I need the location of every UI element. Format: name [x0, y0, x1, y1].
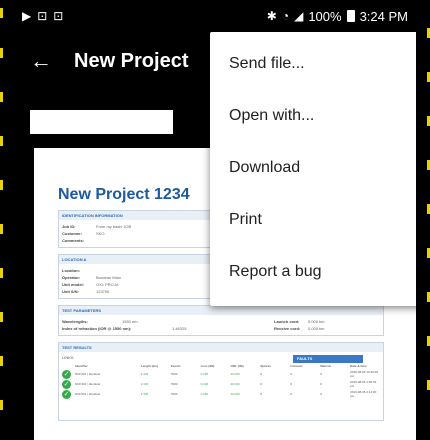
- test-parameters-section: TEST PARAMETERS Wavelengths: 1550 nm Inde…: [58, 305, 384, 336]
- row-connectors: 0: [290, 382, 292, 386]
- table-row: ✓ N00 001 | Identical 2.303 7000 0.135 4…: [59, 389, 383, 399]
- field-label: Location:: [62, 268, 80, 273]
- row-splices: 0: [260, 372, 263, 376]
- row-events: 7000: [170, 372, 178, 376]
- phone-screen: ▶ ⊡ ⊡ ✱ ◔ ◢ 100% 3:24 PM ← New Project N…: [14, 0, 416, 440]
- signal-icon: ◢: [294, 9, 304, 23]
- row-loss: 0.135: [200, 372, 209, 376]
- battery-level: 100%: [308, 8, 342, 24]
- field-value: SKO: [96, 231, 105, 236]
- table-row: ✓ N00 001 | Identical 2.303 7000 0.130 4…: [59, 379, 383, 389]
- row-length: 2.303: [140, 392, 149, 396]
- check-circle-icon: ✓: [62, 379, 71, 389]
- status-bar: ▶ ⊡ ⊡ ✱ ◔ ◢ 100% 3:24 PM: [14, 0, 416, 32]
- field-value: OX1 PRO-M: [96, 282, 119, 287]
- notification-icon: ⊡: [37, 9, 48, 23]
- test-results-section: TEST RESULTS LINKS FAULTS Identifier Len…: [58, 342, 384, 421]
- row-orl: 40.040: [230, 382, 240, 386]
- row-events: 7000: [170, 382, 178, 386]
- row-events: 7000: [170, 392, 178, 396]
- field-value: 123706: [96, 289, 110, 294]
- overflow-menu: Send file... Open with... Download Print…: [210, 32, 416, 306]
- row-orl: 40.025: [230, 372, 240, 376]
- clock: 3:24 PM: [359, 8, 408, 24]
- row-connectors: 0: [290, 392, 292, 396]
- left-bezel: [0, 0, 14, 440]
- check-circle-icon: ✓: [62, 369, 71, 379]
- column-header: Length (km): [140, 364, 158, 368]
- wifi-icon: ◔: [281, 9, 290, 23]
- field-label: Customer:: [62, 231, 83, 236]
- notification-icon: ⊡: [53, 9, 64, 23]
- row-macrobends: 0: [320, 372, 322, 376]
- field-label: Operator:: [62, 275, 81, 280]
- field-value: 0.000 km: [308, 319, 325, 324]
- right-bezel: [416, 0, 430, 440]
- field-label: Index of refraction (IOR @ 1550 nm):: [62, 326, 132, 331]
- arrow-left-icon[interactable]: ←: [30, 48, 58, 74]
- row-orl: 40.025: [230, 392, 240, 396]
- field-value: Bordeau Marc: [96, 275, 122, 280]
- battery-icon: [346, 10, 355, 22]
- row-length: 2.303: [140, 372, 149, 376]
- row-identifier: N00 001 | Identical: [75, 382, 100, 386]
- row-date: 2019-08-06 1:00:03 pm: [350, 380, 377, 388]
- row-macrobends: 0: [320, 382, 322, 386]
- field-label: Job ID:: [62, 224, 76, 229]
- row-length: 2.303: [140, 382, 149, 386]
- column-header: Identifier: [75, 364, 88, 368]
- section-heading: TEST PARAMETERS: [59, 306, 383, 315]
- field-label: Comments:: [62, 238, 85, 243]
- section-heading: TEST RESULTS: [59, 343, 383, 352]
- row-identifier: N00 001 | Identical: [75, 372, 100, 376]
- column-header: Macrob.: [320, 364, 332, 368]
- row-identifier: N00 001 | Identical: [75, 392, 100, 396]
- field-label: Unit model:: [62, 282, 84, 287]
- row-loss: 0.130: [200, 382, 209, 386]
- column-header: Splices: [260, 364, 271, 368]
- bluetooth-icon: ✱: [266, 9, 277, 23]
- file-name-chip: [30, 110, 173, 134]
- column-header: Events: [170, 364, 181, 368]
- column-header: Connect.: [290, 364, 304, 368]
- page-title: New Project: [74, 49, 189, 72]
- column-header: ORL (dB): [230, 364, 244, 368]
- field-label: Launch cord:: [274, 319, 300, 324]
- field-label: Receive cord:: [274, 326, 301, 331]
- field-value: From my basic JOB: [96, 224, 132, 229]
- field-value: 1.46325: [172, 326, 187, 331]
- field-label: Wavelengths:: [62, 319, 88, 324]
- column-header: Loss (dB): [200, 364, 215, 368]
- menu-item-report-bug[interactable]: Report a bug: [210, 246, 416, 298]
- menu-item-open-with[interactable]: Open with...: [210, 90, 416, 142]
- menu-item-download[interactable]: Download: [210, 142, 416, 194]
- field-value: 1550 nm: [122, 319, 138, 324]
- row-connectors: 0: [290, 372, 292, 376]
- row-loss: 0.135: [200, 392, 209, 396]
- row-splices: 0: [260, 382, 263, 386]
- row-date: 2019-08-06 2:14:00 pm: [350, 390, 377, 398]
- menu-item-send-file[interactable]: Send file...: [210, 38, 416, 90]
- faults-tab: FAULTS: [293, 355, 363, 363]
- column-header: Date & time: [350, 364, 367, 368]
- play-icon: ▶: [22, 9, 32, 23]
- menu-item-print[interactable]: Print: [210, 194, 416, 246]
- table-row: ✓ N00 001 | Identical 2.303 7000 0.135 4…: [59, 369, 383, 379]
- check-circle-icon: ✓: [62, 389, 71, 399]
- row-macrobends: 0: [320, 392, 322, 396]
- row-splices: 0: [260, 392, 263, 396]
- field-value: 0.000 km: [308, 326, 325, 331]
- row-date: 2019-08-06 12:30:00 pm: [350, 370, 378, 378]
- field-label: Unit S/N:: [62, 289, 79, 294]
